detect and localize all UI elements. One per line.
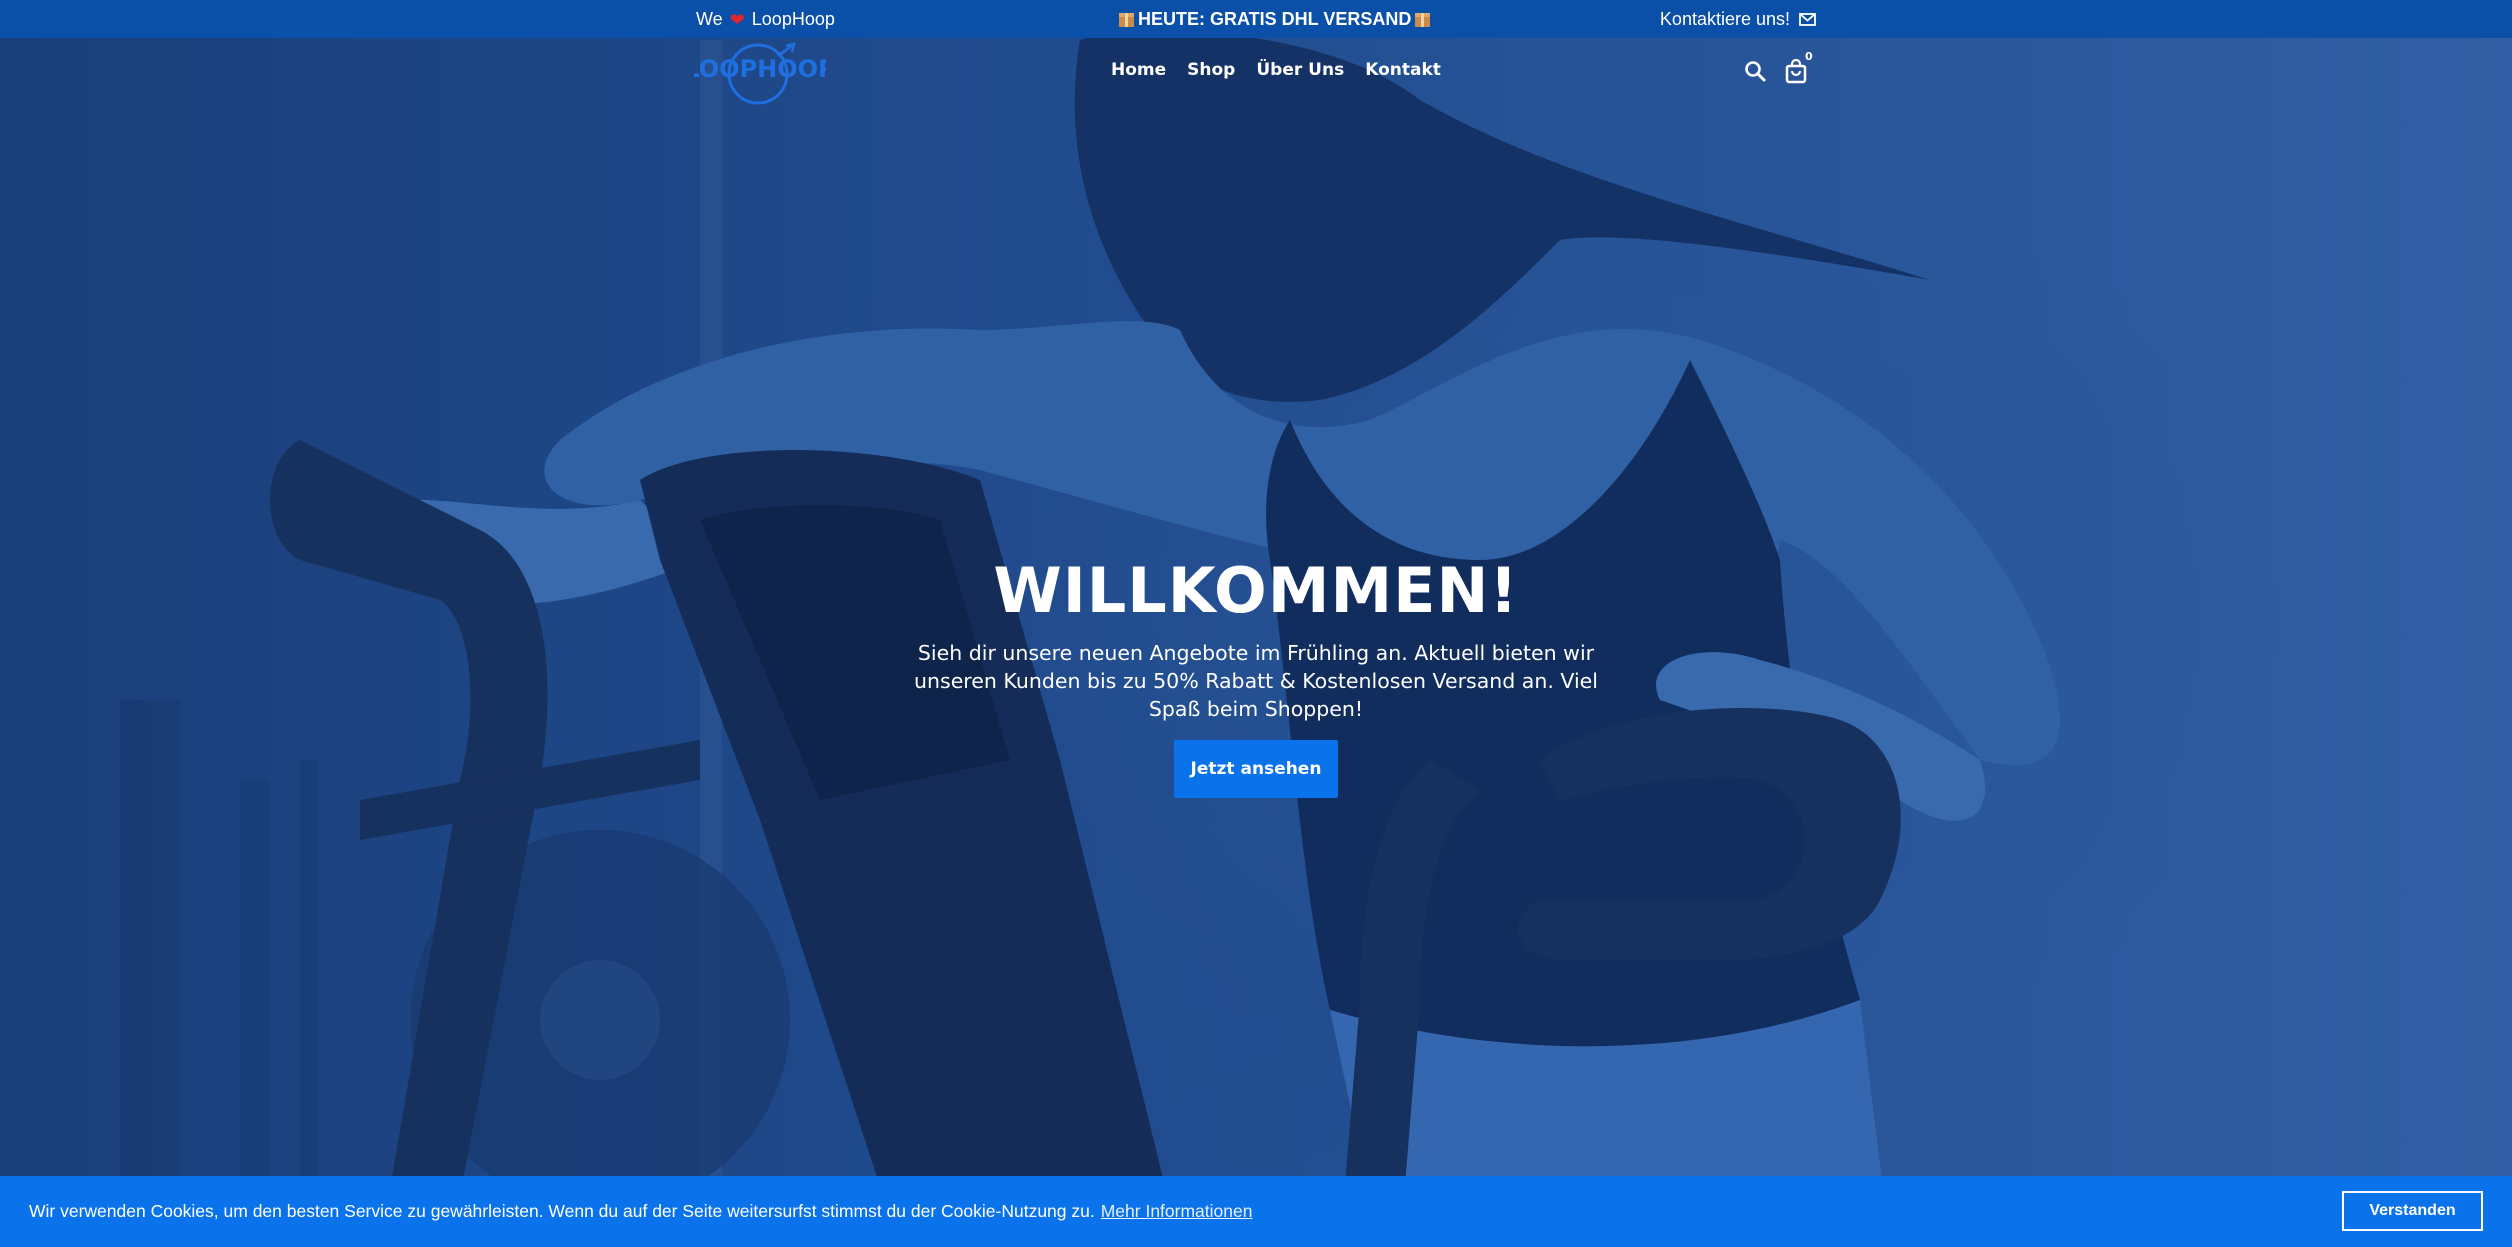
cookie-message-row: Wir verwenden Cookies, um den besten Ser…: [29, 1201, 1252, 1222]
topbar-promo: HEUTE: GRATIS DHL VERSAND: [1118, 9, 1431, 30]
cookie-more-info-link[interactable]: Mehr Informationen: [1101, 1201, 1253, 1221]
heart-icon: ❤: [729, 9, 745, 30]
logo-text: LOOPHOOP: [694, 55, 826, 83]
nav-home[interactable]: Home: [1111, 60, 1166, 80]
package-icon: [1415, 12, 1431, 27]
hero-description: Sieh dir unsere neuen Angebote im Frühli…: [914, 641, 1598, 721]
nav-shop[interactable]: Shop: [1187, 60, 1235, 80]
topbar-we-text: We: [696, 9, 723, 29]
shopping-bag-icon[interactable]: [1785, 58, 1807, 84]
topbar-left: We ❤ LoopHoop: [696, 9, 835, 30]
loophoop-logo[interactable]: LOOPHOOP: [694, 40, 826, 106]
package-icon: [1119, 12, 1134, 27]
contact-text[interactable]: Kontaktiere uns!: [1660, 9, 1790, 30]
search-icon[interactable]: [1744, 60, 1766, 82]
hero-title: WILLKOMMEN!: [993, 554, 1519, 627]
topbar-contact-link[interactable]: Kontaktiere uns!: [1660, 9, 1816, 30]
nav-contact[interactable]: Kontakt: [1365, 60, 1441, 80]
mail-icon: [1799, 13, 1816, 26]
view-now-button[interactable]: Jetzt ansehen: [1174, 740, 1338, 798]
cookie-consent-bar: Wir verwenden Cookies, um den besten Ser…: [0, 1176, 2512, 1247]
announcement-bar: We ❤ LoopHoop HEUTE: GRATIS DHL VERSAND …: [0, 0, 2512, 38]
nav-about[interactable]: Über Uns: [1256, 60, 1344, 80]
topbar-brand-text: LoopHoop: [751, 9, 835, 29]
promo-text: HEUTE: GRATIS DHL VERSAND: [1138, 9, 1412, 29]
cookie-accept-button[interactable]: Verstanden: [2342, 1191, 2483, 1231]
cookie-message: Wir verwenden Cookies, um den besten Ser…: [29, 1201, 1095, 1221]
main-nav: Home Shop Über Uns Kontakt: [1111, 60, 1441, 80]
page: We ❤ LoopHoop HEUTE: GRATIS DHL VERSAND …: [0, 0, 2512, 1247]
cart-count-badge: 0: [1805, 50, 1813, 63]
